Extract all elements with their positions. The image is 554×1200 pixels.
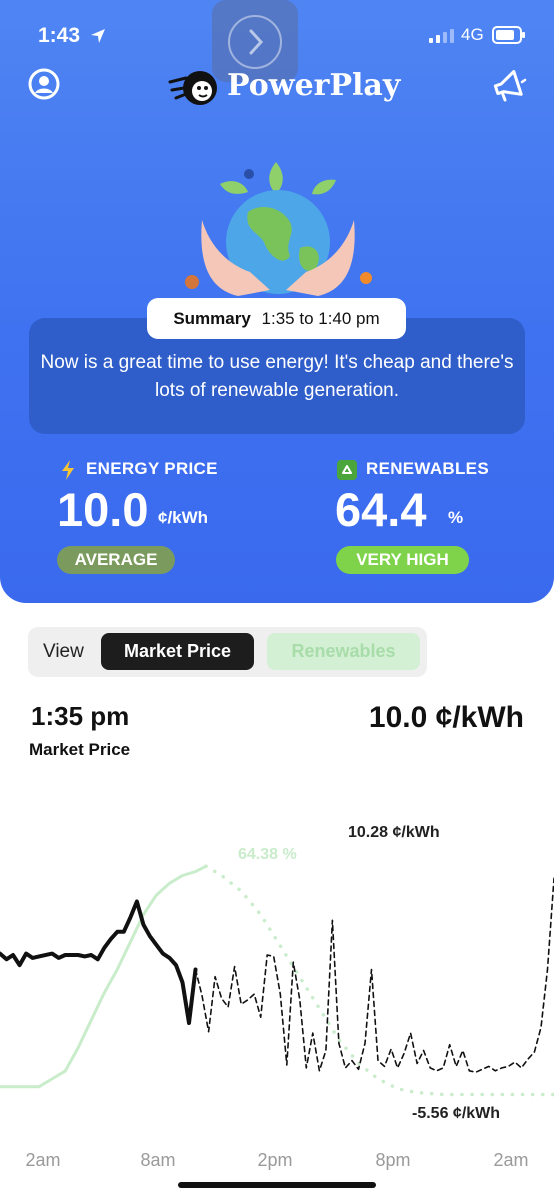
max-price-label: 10.28 ¢/kWh <box>348 824 440 841</box>
min-price-label: -5.56 ¢/kWh <box>412 1105 500 1122</box>
location-arrow-icon <box>91 29 105 43</box>
renewables-value: 64.4 <box>335 483 427 536</box>
profile-icon[interactable] <box>28 68 60 100</box>
summary-label: Summary <box>173 309 251 328</box>
renewables-forecast-line <box>204 864 554 1097</box>
tab-renewables[interactable]: Renewables <box>267 633 420 670</box>
announcement-megaphone-icon[interactable] <box>492 68 528 102</box>
market-price-forecast-line <box>194 877 554 1073</box>
energy-price-unit: ¢/kWh <box>158 508 209 527</box>
x-tick-label: 2am <box>25 1150 60 1170</box>
recycle-icon <box>337 460 357 480</box>
summary-message: Now is a great time to use energy! It's … <box>40 352 514 401</box>
x-tick-label: 8pm <box>375 1150 410 1170</box>
summary-pill: Summary 1:35 to 1:40 pm <box>147 298 406 339</box>
renewables-peak-label: 64.38 % <box>238 846 297 863</box>
selected-series-label: Market Price <box>29 740 131 759</box>
app-brand-name: PowerPlay <box>227 68 401 103</box>
x-tick-label: 8am <box>140 1150 175 1170</box>
selected-time: 1:35 pm <box>31 701 130 731</box>
lightning-bolt-icon <box>62 460 74 480</box>
price-chart[interactable]: 64.38 % 10.28 ¢/kWh -5.56 ¢/kWh 2am 8am 2pm 8p… <box>0 800 554 1180</box>
earth-in-hands-illustration <box>185 162 372 296</box>
renewables-unit: % <box>448 508 464 527</box>
status-time: 1:43 <box>38 24 81 47</box>
tab-market-price[interactable]: Market Price <box>101 633 254 670</box>
selected-price: 10.0 ¢/kWh <box>368 701 524 734</box>
home-indicator <box>178 1182 376 1188</box>
signal-icon <box>429 29 454 43</box>
x-tick-label: 2am <box>493 1150 528 1170</box>
view-label: View <box>43 641 84 662</box>
powerplay-logo-icon <box>168 71 217 105</box>
renewables-badge: VERY HIGH <box>336 546 469 574</box>
carrier-label: 4G <box>461 25 484 44</box>
renewables-line <box>0 864 208 1089</box>
summary-time-range: 1:35 to 1:40 pm <box>261 309 380 328</box>
battery-icon <box>492 26 525 44</box>
energy-price-badge: AVERAGE <box>57 546 175 574</box>
energy-price-title: ENERGY PRICE <box>86 459 218 478</box>
renewables-title: RENEWABLES <box>366 459 489 478</box>
x-tick-label: 2pm <box>257 1150 292 1170</box>
energy-price-value: 10.0 <box>57 483 149 536</box>
